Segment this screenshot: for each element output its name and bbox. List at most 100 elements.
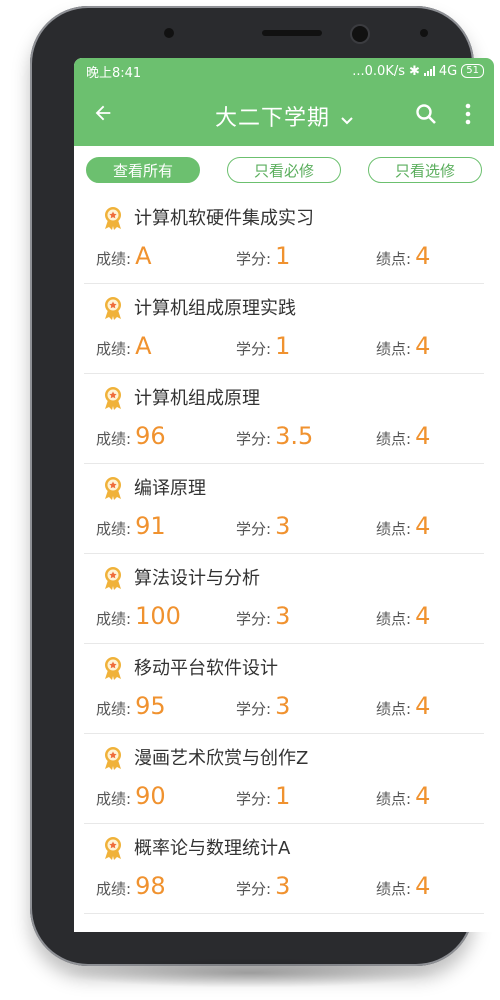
score-label: 成绩: [96, 520, 132, 538]
score-value: 98 [135, 872, 166, 900]
score-field: 成绩: A [96, 332, 151, 360]
screen: 晚上8:41 ...0.0K/s ✱ 4G 51 大二下学期 查看所有 只看必修… [74, 58, 494, 932]
phone-shadow [60, 958, 440, 988]
battery-indicator: 51 [461, 64, 484, 78]
score-field: 成绩: A [96, 242, 151, 270]
medal-icon [105, 207, 121, 230]
credit-value: 1 [275, 242, 291, 270]
gpa-field: 绩点: 4 [376, 692, 430, 720]
score-label: 成绩: [96, 790, 132, 808]
gpa-value: 4 [415, 242, 431, 270]
course-item[interactable]: 概率论与数理统计A 成绩: 98 学分: 3 绩点: 4 [84, 824, 484, 914]
gpa-field: 绩点: 4 [376, 602, 430, 630]
credit-label: 学分: [236, 250, 272, 268]
credit-value: 3 [275, 602, 291, 630]
status-bar: 晚上8:41 ...0.0K/s ✱ 4G 51 [74, 58, 494, 84]
speaker-grille [262, 30, 322, 36]
course-list: 计算机软硬件集成实习 成绩: A 学分: 1 绩点: 4 计算机组成原理实践 成绩: A… [74, 194, 494, 914]
gpa-label: 绩点: [376, 880, 412, 898]
gpa-label: 绩点: [376, 340, 412, 358]
credit-label: 学分: [236, 880, 272, 898]
score-field: 成绩: 100 [96, 602, 181, 630]
score-value: 95 [135, 692, 166, 720]
credit-label: 学分: [236, 790, 272, 808]
gpa-label: 绩点: [376, 700, 412, 718]
score-label: 成绩: [96, 430, 132, 448]
gpa-value: 4 [415, 692, 431, 720]
medal-icon [105, 567, 121, 590]
score-field: 成绩: 96 [96, 422, 166, 450]
credit-field: 学分: 3 [236, 602, 290, 630]
medal-icon [105, 657, 121, 680]
front-camera [352, 26, 368, 42]
search-icon[interactable] [414, 102, 438, 126]
credit-label: 学分: [236, 610, 272, 628]
credit-field: 学分: 3 [236, 872, 290, 900]
course-name: 移动平台软件设计 [134, 658, 278, 679]
score-label: 成绩: [96, 610, 132, 628]
filter-elective-chip[interactable]: 只看选修 [368, 157, 482, 183]
credit-value: 3.5 [275, 422, 314, 450]
course-item[interactable]: 漫画艺术欣赏与创作Z 成绩: 90 学分: 1 绩点: 4 [84, 734, 484, 824]
course-name: 计算机组成原理 [134, 388, 260, 409]
course-item[interactable]: 计算机软硬件集成实习 成绩: A 学分: 1 绩点: 4 [84, 194, 484, 284]
score-value: A [135, 242, 152, 270]
score-field: 成绩: 95 [96, 692, 166, 720]
course-item[interactable]: 移动平台软件设计 成绩: 95 学分: 3 绩点: 4 [84, 644, 484, 734]
credit-label: 学分: [236, 340, 272, 358]
credit-label: 学分: [236, 520, 272, 538]
chevron-down-icon [341, 116, 353, 124]
course-name: 编译原理 [134, 478, 206, 499]
gpa-label: 绩点: [376, 520, 412, 538]
more-vert-icon[interactable] [464, 102, 472, 126]
gpa-value: 4 [415, 422, 431, 450]
course-name: 计算机软硬件集成实习 [134, 208, 314, 229]
score-field: 成绩: 98 [96, 872, 166, 900]
course-item[interactable]: 计算机组成原理 成绩: 96 学分: 3.5 绩点: 4 [84, 374, 484, 464]
score-value: 91 [135, 512, 166, 540]
credit-value: 3 [275, 872, 291, 900]
course-item[interactable]: 算法设计与分析 成绩: 100 学分: 3 绩点: 4 [84, 554, 484, 644]
score-field: 成绩: 91 [96, 512, 166, 540]
gpa-value: 4 [415, 872, 431, 900]
credit-value: 1 [275, 332, 291, 360]
gpa-label: 绩点: [376, 250, 412, 268]
gpa-label: 绩点: [376, 790, 412, 808]
gpa-value: 4 [415, 602, 431, 630]
course-item[interactable]: 编译原理 成绩: 91 学分: 3 绩点: 4 [84, 464, 484, 554]
filter-required-chip[interactable]: 只看必修 [227, 157, 341, 183]
network-type: 4G [438, 63, 458, 79]
status-indicators: ...0.0K/s ✱ 4G 51 [352, 64, 484, 79]
credit-field: 学分: 3 [236, 512, 290, 540]
course-name: 算法设计与分析 [134, 568, 260, 589]
course-name: 计算机组成原理实践 [134, 298, 296, 319]
gpa-label: 绩点: [376, 610, 412, 628]
sensor-dot [164, 28, 174, 38]
medal-icon [105, 837, 121, 860]
app-bar: 大二下学期 [74, 84, 494, 146]
score-value: 100 [135, 602, 181, 630]
credit-field: 学分: 1 [236, 242, 290, 270]
credit-label: 学分: [236, 700, 272, 718]
credit-value: 3 [275, 512, 291, 540]
score-value: A [135, 332, 152, 360]
credit-value: 1 [275, 782, 291, 810]
credit-field: 学分: 3 [236, 692, 290, 720]
bluetooth-icon: ✱ [409, 63, 420, 79]
score-value: 90 [135, 782, 166, 810]
credit-field: 学分: 1 [236, 782, 290, 810]
score-label: 成绩: [96, 700, 132, 718]
gpa-field: 绩点: 4 [376, 872, 430, 900]
filter-all-chip[interactable]: 查看所有 [86, 157, 200, 183]
credit-label: 学分: [236, 430, 272, 448]
gpa-field: 绩点: 4 [376, 782, 430, 810]
credit-field: 学分: 1 [236, 332, 290, 360]
course-item[interactable]: 计算机组成原理实践 成绩: A 学分: 1 绩点: 4 [84, 284, 484, 374]
gpa-field: 绩点: 4 [376, 422, 430, 450]
sensor-dot [420, 29, 428, 37]
gpa-value: 4 [415, 512, 431, 540]
medal-icon [105, 477, 121, 500]
phone-frame: 晚上8:41 ...0.0K/s ✱ 4G 51 大二下学期 查看所有 只看必修… [30, 6, 494, 966]
gpa-label: 绩点: [376, 430, 412, 448]
gpa-field: 绩点: 4 [376, 512, 430, 540]
